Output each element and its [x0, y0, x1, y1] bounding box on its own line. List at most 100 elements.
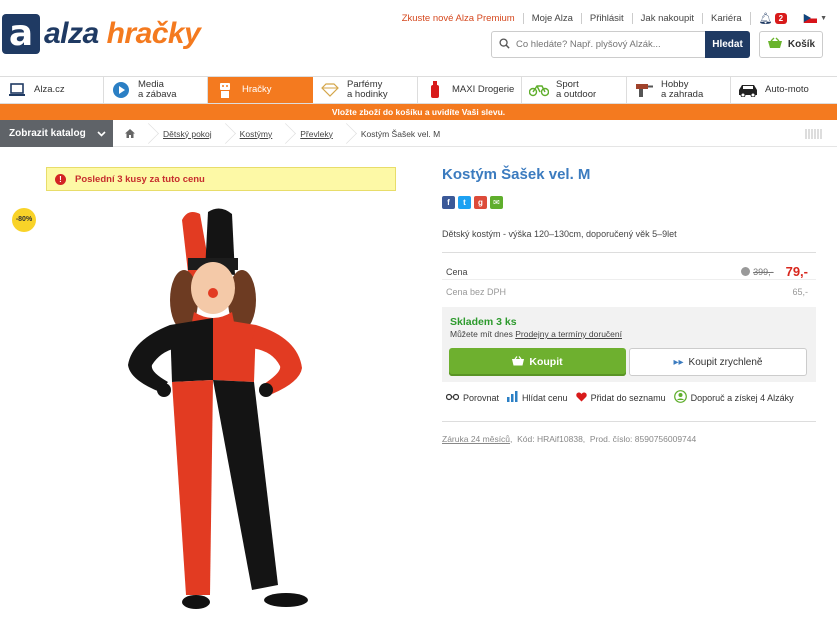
category-label: Parfémy a hodinky [347, 79, 388, 100]
logo-hracky: hračky [106, 17, 201, 50]
facebook-icon[interactable]: f [442, 196, 455, 209]
category-sport[interactable]: Sport a outdoor [522, 77, 627, 103]
career-link[interactable]: Kariéra [702, 13, 750, 24]
notifications-button[interactable]: 🔔︎ 2 [749, 12, 795, 25]
cart-button[interactable]: Košík [759, 31, 823, 58]
alzak-icon [673, 390, 687, 406]
category-alza-cz[interactable]: Alza.cz [0, 77, 104, 103]
buy-button[interactable]: Koupit [449, 348, 626, 376]
notification-count: 2 [774, 13, 788, 24]
email-icon[interactable]: ✉ [490, 196, 503, 209]
stock-delivery: Můžete mít dnes Prodejny a termíny doruč… [450, 329, 622, 339]
current-price: 79,- [785, 264, 808, 279]
search-input[interactable] [516, 39, 705, 50]
chevron-down-icon [97, 129, 106, 139]
warranty-link[interactable]: Záruka 24 měsíců [442, 434, 510, 444]
price-novat-row: Cena bez DPH 65,- [446, 287, 808, 297]
diamond-icon [319, 80, 341, 100]
price-row: Cena 399,- 79,- [446, 264, 808, 279]
play-icon [110, 80, 132, 100]
drill-icon [633, 80, 655, 100]
cart-label: Košík [787, 39, 816, 50]
quick-buy-label: Koupit zrychleně [688, 356, 763, 368]
premium-link[interactable]: Zkuste nové Alza Premium [394, 13, 523, 24]
compare-button[interactable]: Porovnat [445, 392, 499, 404]
stock-status: Skladem 3 ks [450, 316, 517, 328]
category-label: Media a zábava [138, 79, 177, 100]
quick-buy-button[interactable]: ▸▸ Koupit zrychleně [629, 348, 807, 376]
product-title: Kostým Šašek vel. M [442, 166, 591, 183]
chevron-down-icon: ▼ [820, 15, 827, 22]
watch-price-button[interactable]: Hlídat cenu [507, 391, 568, 405]
grip-icon[interactable] [805, 129, 823, 139]
product-number: Prod. číslo: 8590756009744 [589, 434, 697, 444]
share-buttons: f t g ✉ [442, 196, 503, 209]
category-nav: Alza.cz Media a zábava Hračky Parfémy a ho… [0, 76, 837, 104]
product-code: Kód: HRAif10838, [517, 434, 586, 444]
discount-badge: -80% [12, 208, 36, 232]
logo-text: alza hračky [44, 17, 201, 51]
login-link[interactable]: Přihlásit [580, 13, 632, 24]
recommend-button[interactable]: Doporuč a získej 4 Alzáky [673, 390, 794, 406]
compare-icon [445, 392, 460, 404]
category-drogerie[interactable]: MAXI Drogerie [418, 77, 522, 103]
search-bar: Hledat [491, 31, 750, 58]
home-icon[interactable] [113, 120, 149, 147]
search-button[interactable]: Hledat [705, 31, 750, 58]
breadcrumb-item[interactable]: Převleky [286, 120, 347, 147]
breadcrumb-item[interactable]: Kostýmy [226, 120, 287, 147]
bottle-icon [424, 80, 446, 100]
category-label: MAXI Drogerie [452, 84, 515, 96]
catalog-button[interactable]: Zobrazit katalog [0, 120, 113, 147]
category-label: Hobby a zahrada [661, 79, 704, 100]
category-hobby[interactable]: Hobby a zahrada [627, 77, 731, 103]
warning-text: Poslední 3 kusy za tuto cenu [75, 173, 205, 185]
breadcrumb-item[interactable]: Dětský pokoj [149, 120, 226, 147]
breadcrumb-bar: Zobrazit katalog Dětský pokoj Kostýmy Př… [0, 120, 837, 147]
price-label: Cena [446, 266, 468, 277]
category-auto-moto[interactable]: Auto-moto [731, 77, 837, 103]
basket-icon [512, 355, 525, 369]
laptop-icon [6, 80, 28, 100]
alert-icon: ! [55, 173, 66, 185]
divider [442, 421, 816, 422]
how-to-buy-link[interactable]: Jak nakoupit [631, 13, 702, 24]
old-price: 399,- [753, 266, 774, 277]
add-to-list-button[interactable]: Přidat do seznamu [575, 392, 666, 405]
czech-flag-icon[interactable] [803, 14, 818, 23]
category-label: Alza.cz [34, 84, 65, 96]
search-icon [492, 37, 516, 52]
logo-mark: a [2, 14, 40, 54]
my-alza-link[interactable]: Moje Alza [522, 13, 581, 24]
promo-banner: Vložte zboží do košíku a uvidíte Vaši sl… [0, 104, 837, 120]
delivery-link[interactable]: Prodejny a termíny doručení [515, 329, 622, 339]
category-media[interactable]: Media a zábava [104, 77, 208, 103]
divider [442, 279, 816, 280]
top-links: Zkuste nové Alza Premium Moje Alza Přihl… [394, 12, 827, 25]
robot-icon [214, 80, 236, 100]
prices: 399,- 79,- [741, 264, 808, 279]
product-meta: Záruka 24 měsíců, Kód: HRAif10838, Prod.… [442, 434, 697, 444]
info-icon[interactable] [741, 267, 751, 276]
divider [442, 252, 816, 253]
chart-icon [507, 391, 518, 405]
category-parfemy[interactable]: Parfémy a hodinky [313, 77, 418, 103]
price-novat: 65,- [792, 287, 808, 297]
heart-icon [575, 392, 587, 405]
alza-logo[interactable]: a alza hračky [2, 14, 201, 54]
price-novat-label: Cena bez DPH [446, 287, 507, 297]
twitter-icon[interactable]: t [458, 196, 471, 209]
breadcrumb: Dětský pokoj Kostýmy Převleky Kostým Šaš… [113, 120, 454, 147]
google-plus-icon[interactable]: g [474, 196, 487, 209]
car-icon [737, 80, 759, 100]
stock-warning: ! Poslední 3 kusy za tuto cenu [46, 167, 396, 191]
category-hracky[interactable]: Hračky [208, 77, 313, 103]
basket-icon [767, 37, 783, 52]
category-label: Hračky [242, 84, 272, 96]
buy-label: Koupit [529, 356, 563, 368]
purchase-box: Skladem 3 ks Můžete mít dnes Prodejny a … [442, 307, 816, 382]
product-actions: Porovnat Hlídat cenu Přidat do seznamu D… [445, 390, 802, 406]
product-image[interactable] [110, 200, 320, 620]
double-arrow-icon: ▸▸ [673, 356, 684, 368]
product-description: Dětský kostým - výška 120–130cm, doporuč… [442, 229, 677, 239]
